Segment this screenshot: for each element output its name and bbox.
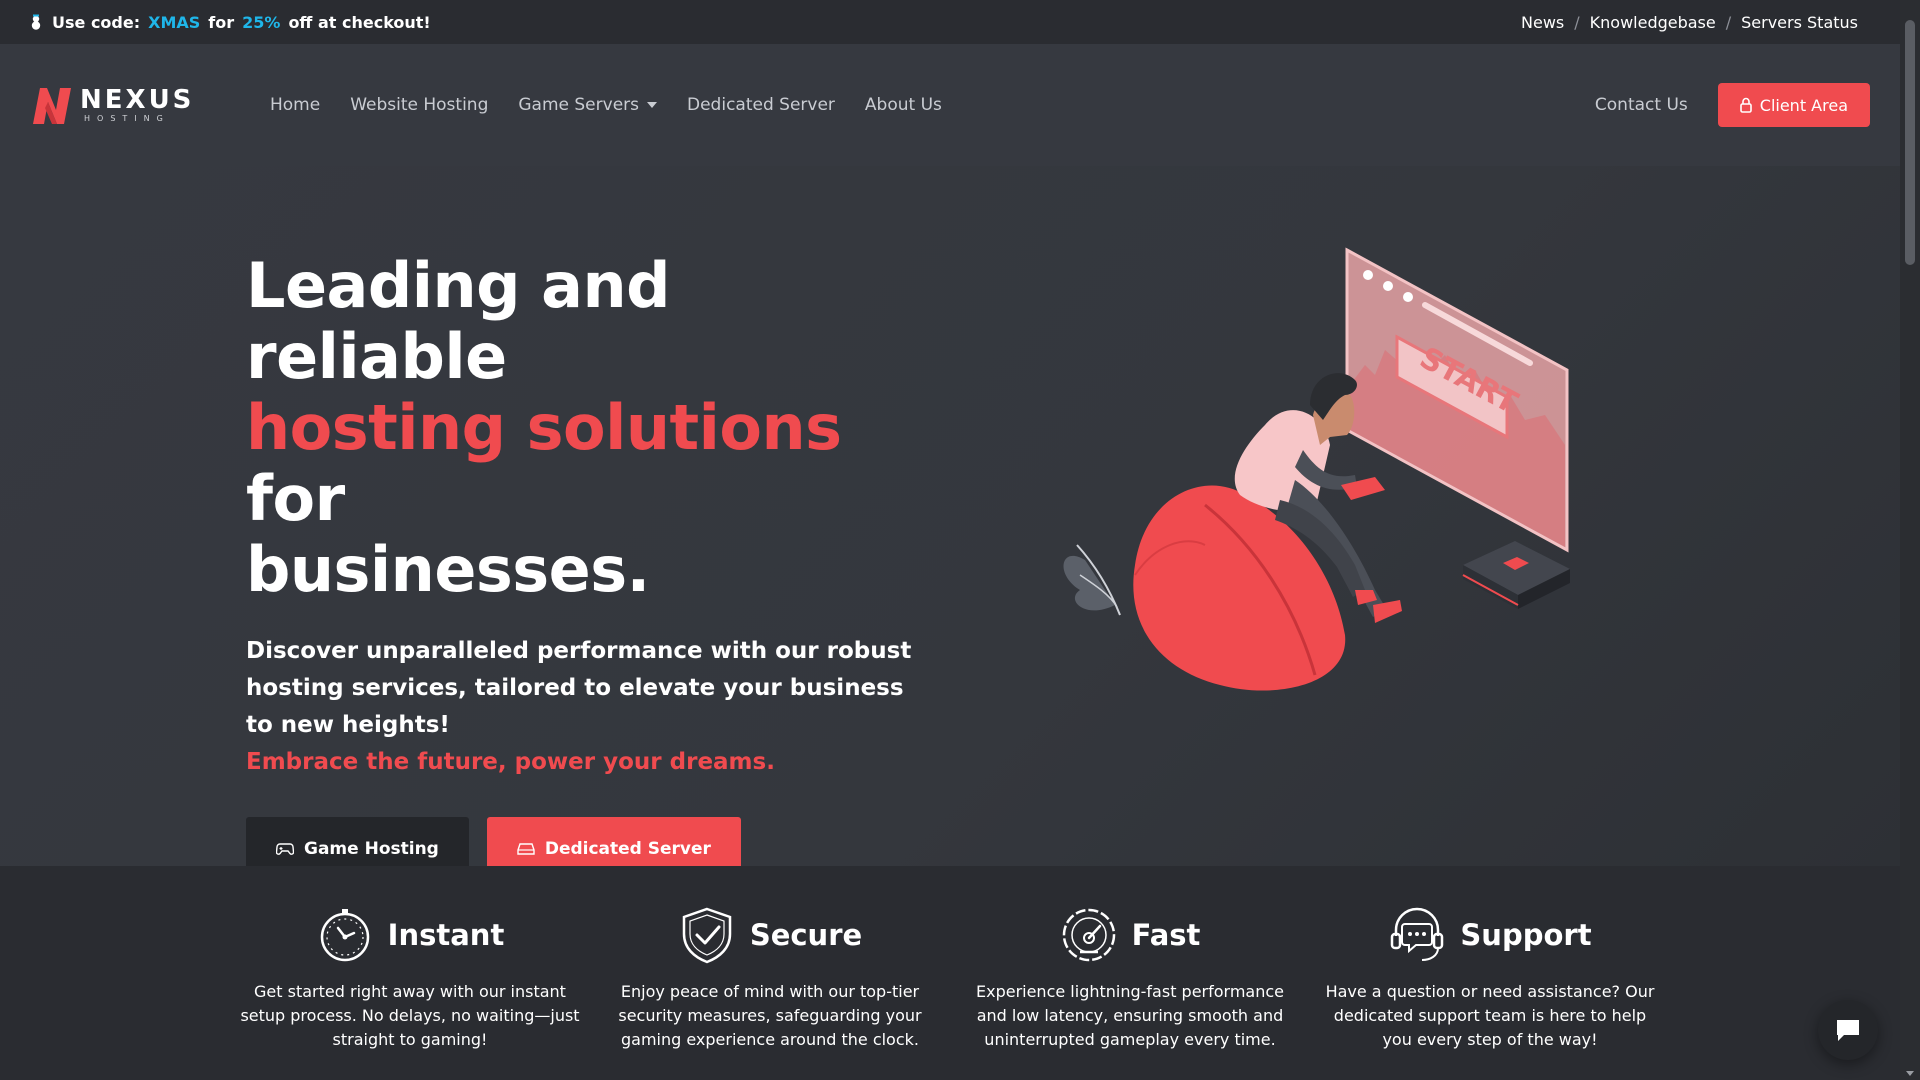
feature-title: Instant — [387, 918, 505, 952]
hero-title-line1: Leading and reliable — [246, 249, 671, 393]
feature-desc: Enjoy peace of mind with our top-tier se… — [618, 982, 922, 1049]
hero-title-for: for — [246, 462, 345, 535]
hero-title: Leading and reliable hosting solutions f… — [246, 250, 946, 605]
top-links: News / Knowledgebase / Servers Status — [1521, 13, 1858, 32]
nav-right: Contact Us Client Area — [1595, 83, 1870, 127]
logo-name: NEXUS — [80, 85, 195, 115]
feature-title: Fast — [1131, 918, 1201, 952]
feature-desc: Experience lightning-fast performance an… — [975, 982, 1285, 1049]
nav-item-home[interactable]: Home — [270, 95, 320, 115]
feature-desc: Get started right away with our instant … — [240, 982, 580, 1049]
client-area-button[interactable]: Client Area — [1717, 83, 1870, 127]
client-area-label: Client Area — [1759, 95, 1848, 115]
server-icon — [517, 843, 535, 855]
lock-icon — [1739, 97, 1752, 113]
hero-tagline: Embrace the future, power your dreams. — [246, 749, 775, 775]
promo-mid: for — [208, 12, 235, 32]
game-hosting-label: Game Hosting — [304, 839, 439, 859]
page-scrollbar[interactable] — [1900, 0, 1920, 1080]
feature-instant: Instant Get started right away with our … — [230, 906, 590, 1080]
nav-menu: Home Website Hosting Game Servers Dedica… — [270, 95, 942, 115]
hero-title-highlight: hosting solutions — [246, 391, 842, 464]
logo[interactable]: NEXUS HOSTING — [30, 84, 230, 126]
hero-section: Leading and reliable hosting solutions f… — [246, 250, 946, 881]
promo-suffix: off at checkout! — [288, 12, 431, 32]
feature-title: Secure — [749, 918, 863, 952]
feature-head: Instant — [316, 906, 505, 964]
feature-head: Support — [1388, 906, 1592, 964]
nav-contact-us[interactable]: Contact Us — [1595, 95, 1688, 115]
nav-item-about-us[interactable]: About Us — [865, 95, 942, 115]
separator: / — [1574, 12, 1580, 32]
separator: / — [1725, 12, 1732, 32]
gamer-illustration: START — [1063, 247, 1570, 691]
scrollbar-thumb[interactable] — [1905, 20, 1915, 265]
logo-sub: HOSTING — [84, 114, 170, 123]
chat-bubble-icon — [1837, 1020, 1859, 1041]
feature-desc: Have a question or need assistance? Our … — [1325, 982, 1655, 1049]
headset-icon — [1391, 907, 1444, 961]
logo-text: NEXUS HOSTING — [80, 87, 194, 123]
feature-secure: Secure Enjoy peace of mind with our top-… — [590, 906, 950, 1080]
gamepad-icon — [276, 843, 294, 855]
logo-mark-icon — [33, 88, 71, 124]
promo-bar: Use code: XMAS for 25% off at checkout! … — [0, 0, 1900, 44]
scroll-down-arrow-icon[interactable] — [1906, 1071, 1914, 1076]
nav-item-game-servers[interactable]: Game Servers — [518, 95, 657, 115]
hero-description: Discover unparalleled performance with o… — [246, 638, 912, 738]
promo-code: XMAS — [148, 12, 201, 32]
dedicated-server-label: Dedicated Server — [544, 839, 711, 859]
top-link-servers-status[interactable]: Servers Status — [1741, 13, 1858, 32]
snowman-icon — [31, 14, 41, 30]
plant — [1063, 544, 1121, 616]
game-screen: START — [1345, 247, 1569, 553]
feature-head: Secure — [678, 906, 862, 964]
stopwatch-icon — [320, 909, 369, 962]
feature-fast: Fast Experience lightning-fast performan… — [950, 906, 1310, 1080]
live-chat-button[interactable] — [1818, 1000, 1878, 1060]
promo-prefix: Use code: — [52, 12, 141, 32]
promo-message: Use code: XMAS for 25% off at checkout! — [28, 13, 431, 32]
console-box — [1462, 541, 1570, 609]
main-nav: NEXUS HOSTING Home Website Hosting Game … — [0, 44, 1900, 166]
hero-title-line3: businesses. — [246, 533, 650, 606]
promo-discount: 25% — [242, 12, 281, 32]
feature-support: Support Have a question or need assistan… — [1310, 906, 1670, 1080]
speedometer-icon — [1062, 908, 1115, 962]
nav-item-dedicated-server[interactable]: Dedicated Server — [687, 95, 835, 115]
feature-head: Fast — [1060, 906, 1201, 964]
nav-item-website-hosting[interactable]: Website Hosting — [350, 95, 488, 115]
top-link-news[interactable]: News — [1521, 13, 1564, 32]
top-link-knowledgebase[interactable]: Knowledgebase — [1590, 13, 1716, 32]
features-section: Instant Get started right away with our … — [0, 866, 1900, 1080]
chevron-down-icon — [647, 102, 657, 108]
feature-title: Support — [1460, 918, 1592, 952]
shield-check-icon — [682, 907, 732, 964]
nav-item-game-servers-label: Game Servers — [518, 95, 639, 115]
